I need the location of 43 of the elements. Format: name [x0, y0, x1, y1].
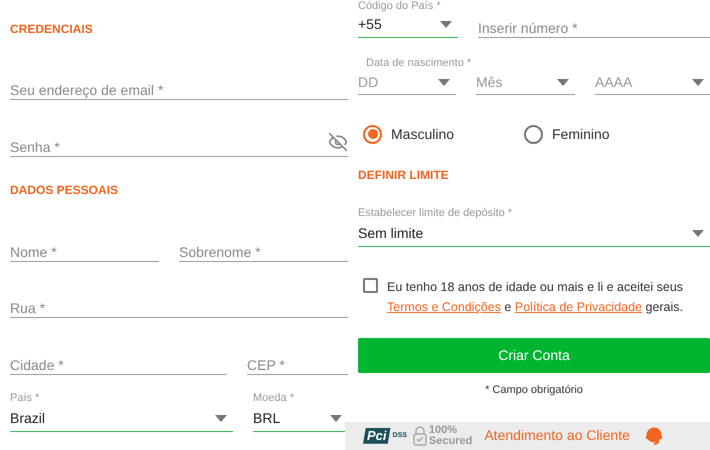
hidden-eye-icon[interactable]	[328, 132, 348, 152]
input-field[interactable]: Inserir número *	[478, 10, 710, 38]
consent-text: Eu tenho 18 anos de idade ou mais e li e aceitei seus Termos e Condições e Política de Privacidade gerais.	[387, 279, 684, 316]
checkbox[interactable]	[363, 278, 378, 293]
caret-icon	[330, 415, 342, 422]
field-label: País *	[10, 392, 40, 404]
terms-link[interactable]: Termos e Condições	[387, 300, 501, 314]
caret-icon	[692, 79, 704, 86]
input-field[interactable]: Cidade *	[10, 347, 227, 375]
field-label: Data de nascimento *	[366, 57, 472, 69]
required-note: * Campo obrigatório	[484, 383, 584, 398]
caret-icon	[557, 79, 569, 86]
caret-icon	[692, 230, 704, 237]
input-field[interactable]: Rua *	[10, 290, 348, 318]
caret-icon	[440, 21, 452, 28]
create-account-button[interactable]: Criar Conta	[358, 338, 710, 373]
privacy-link[interactable]: Política de Privacidade	[514, 300, 642, 314]
radio-icon	[363, 124, 382, 144]
select-field[interactable]: Brazil	[10, 406, 233, 432]
caret-icon	[215, 415, 227, 422]
caret-icon	[438, 79, 450, 86]
gender-radio[interactable]: Feminino	[524, 124, 610, 144]
field-label: Estabelecer limite de depósito *	[358, 207, 514, 219]
gender-radio[interactable]: Masculino	[363, 124, 524, 144]
section-heading: DEFINIR LIMITE	[358, 168, 450, 182]
field-label: Moeda *	[253, 392, 295, 404]
section-heading: CREDENCIAIS	[10, 22, 94, 36]
select-field[interactable]: AAAA	[595, 71, 710, 95]
input-field[interactable]: Senha *	[10, 129, 348, 157]
input-field[interactable]: CEP *	[247, 347, 348, 375]
radio-icon	[524, 124, 543, 144]
secured-badge: 100% Secured	[412, 424, 472, 447]
headset-icon[interactable]	[644, 426, 664, 446]
select-field[interactable]: Sem limite	[358, 221, 710, 247]
section-heading: DADOS PESSOAIS	[10, 183, 120, 197]
input-field[interactable]: Seu endereço de email *	[10, 72, 348, 100]
input-field[interactable]: Sobrenome *	[179, 234, 348, 262]
select-field[interactable]: Mês	[476, 71, 575, 95]
input-field[interactable]: Nome *	[10, 234, 159, 262]
select-field[interactable]: +55	[358, 12, 458, 38]
field-label: Código do País *	[358, 0, 442, 12]
select-field[interactable]: DD	[358, 71, 456, 95]
support-link[interactable]: Atendimento ao Cliente	[484, 425, 630, 446]
